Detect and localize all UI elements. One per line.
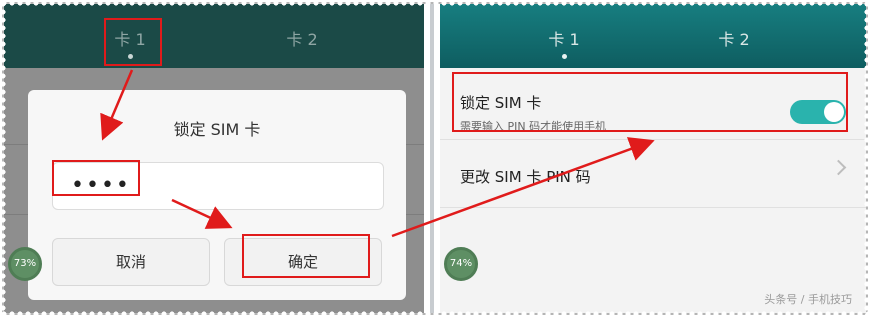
- right-screen: 卡 1 卡 2 锁定 SIM 卡 需要输入 PIN 码才能使用手机 更改 SIM…: [440, 4, 866, 313]
- dialog-title: 锁定 SIM 卡: [173, 120, 261, 139]
- cancel-button[interactable]: 取消: [52, 238, 210, 286]
- active-tab-indicator: [562, 54, 567, 59]
- battery-percent-bubble: 74%: [444, 247, 478, 281]
- highlight-lock-sim-row: [452, 72, 848, 132]
- right-tab-bar: 卡 1 卡 2: [440, 4, 866, 68]
- left-tab-bar: 卡 1 卡 2: [4, 4, 424, 68]
- stamp-edge-bottom: [0, 311, 870, 317]
- battery-percent-bubble: 73%: [8, 247, 42, 281]
- stamp-edge-right: [864, 0, 870, 317]
- change-pin-row[interactable]: 更改 SIM 卡 PIN 码: [440, 140, 866, 208]
- stamp-edge-left: [0, 0, 6, 317]
- highlight-pin-input: [52, 160, 140, 196]
- watermark: 头条号 / 手机技巧: [764, 293, 852, 306]
- chevron-right-icon: [830, 159, 847, 176]
- stamp-edge-top: [0, 0, 870, 6]
- highlight-ok-button: [242, 234, 370, 278]
- panel-divider-line: [430, 4, 434, 313]
- highlight-tab-card-1: [104, 18, 162, 66]
- tab-card-1[interactable]: 卡 1: [524, 26, 604, 50]
- tab-card-2[interactable]: 卡 2: [694, 26, 774, 50]
- change-pin-title: 更改 SIM 卡 PIN 码: [460, 168, 591, 186]
- tab-card-2[interactable]: 卡 2: [262, 26, 342, 50]
